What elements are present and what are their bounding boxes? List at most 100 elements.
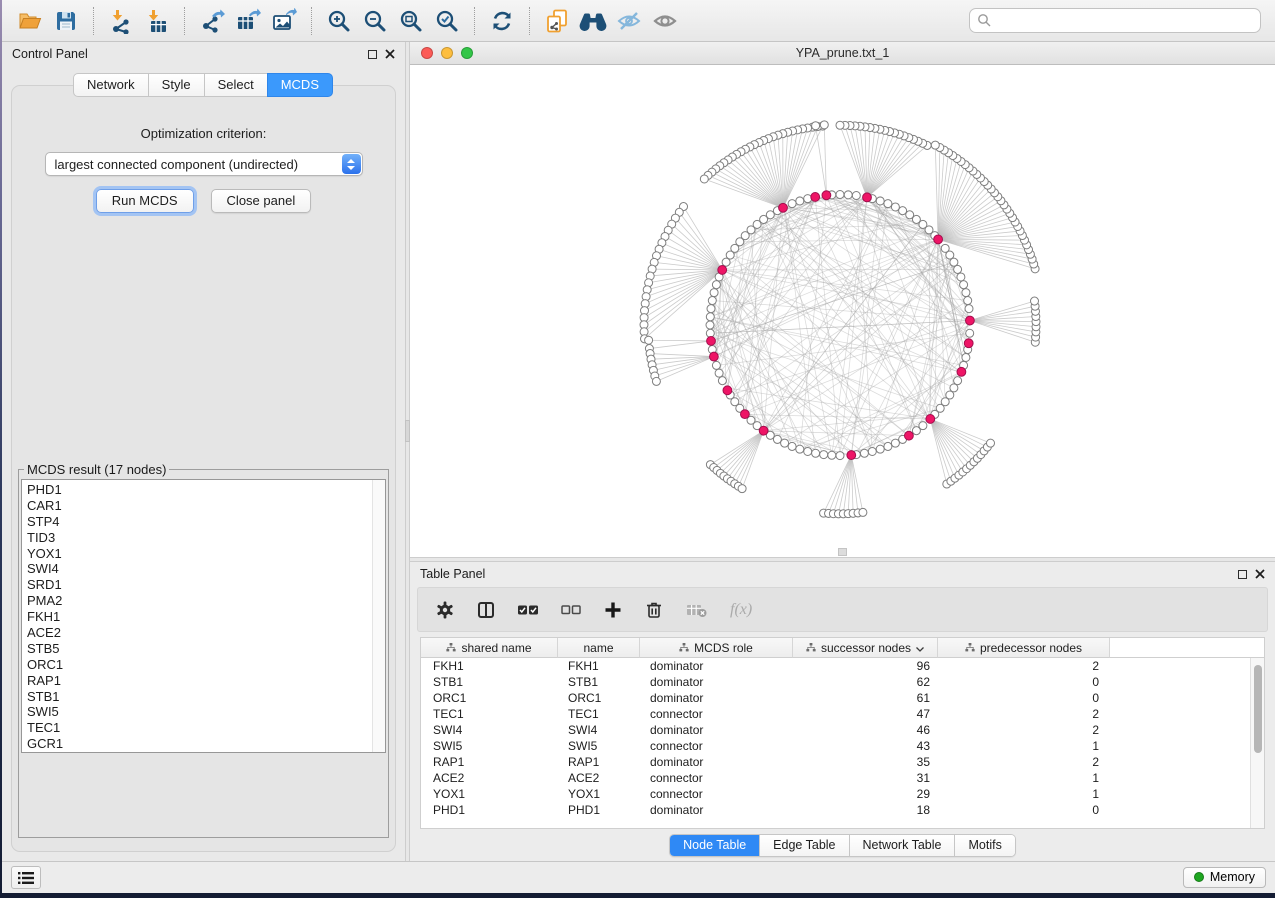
- table-row[interactable]: RAP1RAP1dominator352: [421, 754, 1264, 770]
- table-row[interactable]: SWI4SWI4dominator462: [421, 722, 1264, 738]
- table-scrollbar[interactable]: [1250, 658, 1264, 828]
- import-table-icon[interactable]: [139, 5, 175, 37]
- control-panel: Control Panel NetworkStyleSelectMCDS Opt…: [2, 42, 405, 861]
- tab-style[interactable]: Style: [148, 73, 205, 97]
- unselect-all-icon[interactable]: [560, 600, 582, 620]
- export-network-icon[interactable]: [194, 5, 230, 37]
- export-image-icon[interactable]: [266, 5, 302, 37]
- result-node[interactable]: ORC1: [27, 657, 371, 673]
- close-panel-button[interactable]: Close panel: [211, 189, 312, 213]
- network-graph[interactable]: [410, 65, 1275, 557]
- refresh-layout-icon[interactable]: [484, 5, 520, 37]
- result-node[interactable]: RAP1: [27, 673, 371, 689]
- column-header-MCDS-role[interactable]: MCDS role: [640, 638, 793, 658]
- cell-shared-name: ORC1: [421, 691, 558, 705]
- toolbar-separator: [184, 7, 185, 35]
- hide-selected-icon[interactable]: [611, 5, 647, 37]
- result-node[interactable]: FKH1: [27, 609, 371, 625]
- result-list-scrollbar[interactable]: [372, 480, 385, 752]
- network-window-titlebar[interactable]: YPA_prune.txt_1: [410, 42, 1275, 65]
- result-node[interactable]: TEC1: [27, 720, 371, 736]
- tab-motifs[interactable]: Motifs: [954, 835, 1014, 856]
- add-column-icon[interactable]: [603, 600, 623, 620]
- cell-predecessor-nodes: 1: [938, 787, 1110, 801]
- binoculars-icon[interactable]: [575, 5, 611, 37]
- cell-MCDS-role: dominator: [640, 691, 793, 705]
- result-node[interactable]: STP4: [27, 514, 371, 530]
- zoom-out-icon[interactable]: [357, 5, 393, 37]
- tab-edge-table[interactable]: Edge Table: [759, 835, 848, 856]
- column-header-shared-name[interactable]: shared name: [421, 638, 558, 658]
- float-panel-icon[interactable]: [368, 50, 377, 59]
- result-node[interactable]: YOX1: [27, 546, 371, 562]
- table-row[interactable]: TEC1TEC1connector472: [421, 706, 1264, 722]
- float-table-panel-icon[interactable]: [1238, 570, 1247, 579]
- zoom-selected-icon[interactable]: [429, 5, 465, 37]
- search-box[interactable]: [969, 8, 1261, 33]
- import-network-icon[interactable]: [103, 5, 139, 37]
- search-input[interactable]: [997, 14, 1253, 28]
- columns-icon[interactable]: [476, 600, 496, 620]
- table-row[interactable]: ACE2ACE2connector311: [421, 770, 1264, 786]
- result-node[interactable]: STB1: [27, 689, 371, 705]
- cell-MCDS-role: dominator: [640, 723, 793, 737]
- column-header-predecessor-nodes[interactable]: predecessor nodes: [938, 638, 1110, 658]
- selected-option-label: largest connected component (undirected): [55, 157, 299, 172]
- close-panel-icon[interactable]: [385, 49, 395, 59]
- minimize-window-icon[interactable]: [441, 47, 453, 59]
- result-node[interactable]: TID3: [27, 530, 371, 546]
- table-row[interactable]: FKH1FKH1dominator962: [421, 658, 1264, 674]
- export-table-icon[interactable]: [230, 5, 266, 37]
- table-row[interactable]: SWI5SWI5connector431: [421, 738, 1264, 754]
- tab-node-table[interactable]: Node Table: [670, 835, 759, 856]
- result-node[interactable]: CAR1: [27, 498, 371, 514]
- close-window-icon[interactable]: [421, 47, 433, 59]
- column-type-icon: [806, 641, 816, 655]
- close-table-panel-icon[interactable]: [1255, 569, 1265, 579]
- tab-network-table[interactable]: Network Table: [849, 835, 955, 856]
- result-node[interactable]: PMA2: [27, 593, 371, 609]
- table-row[interactable]: PHD1PHD1dominator180: [421, 802, 1264, 818]
- run-mcds-button[interactable]: Run MCDS: [96, 189, 194, 213]
- save-icon[interactable]: [48, 5, 84, 37]
- delete-column-icon[interactable]: [644, 600, 664, 620]
- tab-select[interactable]: Select: [204, 73, 268, 97]
- select-all-icon[interactable]: [517, 600, 539, 620]
- cell-successor-nodes: 18: [793, 803, 938, 817]
- mcds-result-list[interactable]: PHD1CAR1STP4TID3YOX1SWI4SRD1PMA2FKH1ACE2…: [21, 479, 386, 753]
- result-node[interactable]: SRD1: [27, 577, 371, 593]
- table-row[interactable]: STB1STB1dominator620: [421, 674, 1264, 690]
- copy-network-icon[interactable]: [539, 5, 575, 37]
- canvas-resize-grip[interactable]: [838, 548, 847, 556]
- cell-successor-nodes: 96: [793, 659, 938, 673]
- cell-name: RAP1: [558, 755, 640, 769]
- tab-mcds[interactable]: MCDS: [267, 73, 333, 97]
- table-row[interactable]: ORC1ORC1dominator610: [421, 690, 1264, 706]
- gear-icon[interactable]: [435, 600, 455, 620]
- result-node[interactable]: GCR1: [27, 736, 371, 752]
- column-header-successor-nodes[interactable]: successor nodes: [793, 638, 938, 658]
- optimization-criterion-select[interactable]: largest connected component (undirected): [45, 152, 363, 176]
- maximize-window-icon[interactable]: [461, 47, 473, 59]
- table-row[interactable]: YOX1YOX1connector291: [421, 786, 1264, 802]
- tab-network[interactable]: Network: [73, 73, 149, 97]
- result-node[interactable]: STB5: [27, 641, 371, 657]
- cell-successor-nodes: 62: [793, 675, 938, 689]
- result-node[interactable]: ACE2: [27, 625, 371, 641]
- cell-shared-name: TEC1: [421, 707, 558, 721]
- result-node[interactable]: SWI5: [27, 704, 371, 720]
- cell-name: STB1: [558, 675, 640, 689]
- result-node[interactable]: PHD1: [27, 482, 371, 498]
- memory-button[interactable]: Memory: [1183, 867, 1266, 888]
- task-history-button[interactable]: [11, 866, 41, 889]
- open-file-icon[interactable]: [12, 5, 48, 37]
- table-scrollbar-thumb[interactable]: [1254, 665, 1262, 753]
- cell-predecessor-nodes: 2: [938, 755, 1110, 769]
- column-header-name[interactable]: name: [558, 638, 640, 658]
- show-all-icon[interactable]: [647, 5, 683, 37]
- zoom-in-icon[interactable]: [321, 5, 357, 37]
- status-bar: Memory: [2, 861, 1275, 893]
- zoom-fit-icon[interactable]: [393, 5, 429, 37]
- network-canvas[interactable]: [410, 65, 1275, 557]
- result-node[interactable]: SWI4: [27, 561, 371, 577]
